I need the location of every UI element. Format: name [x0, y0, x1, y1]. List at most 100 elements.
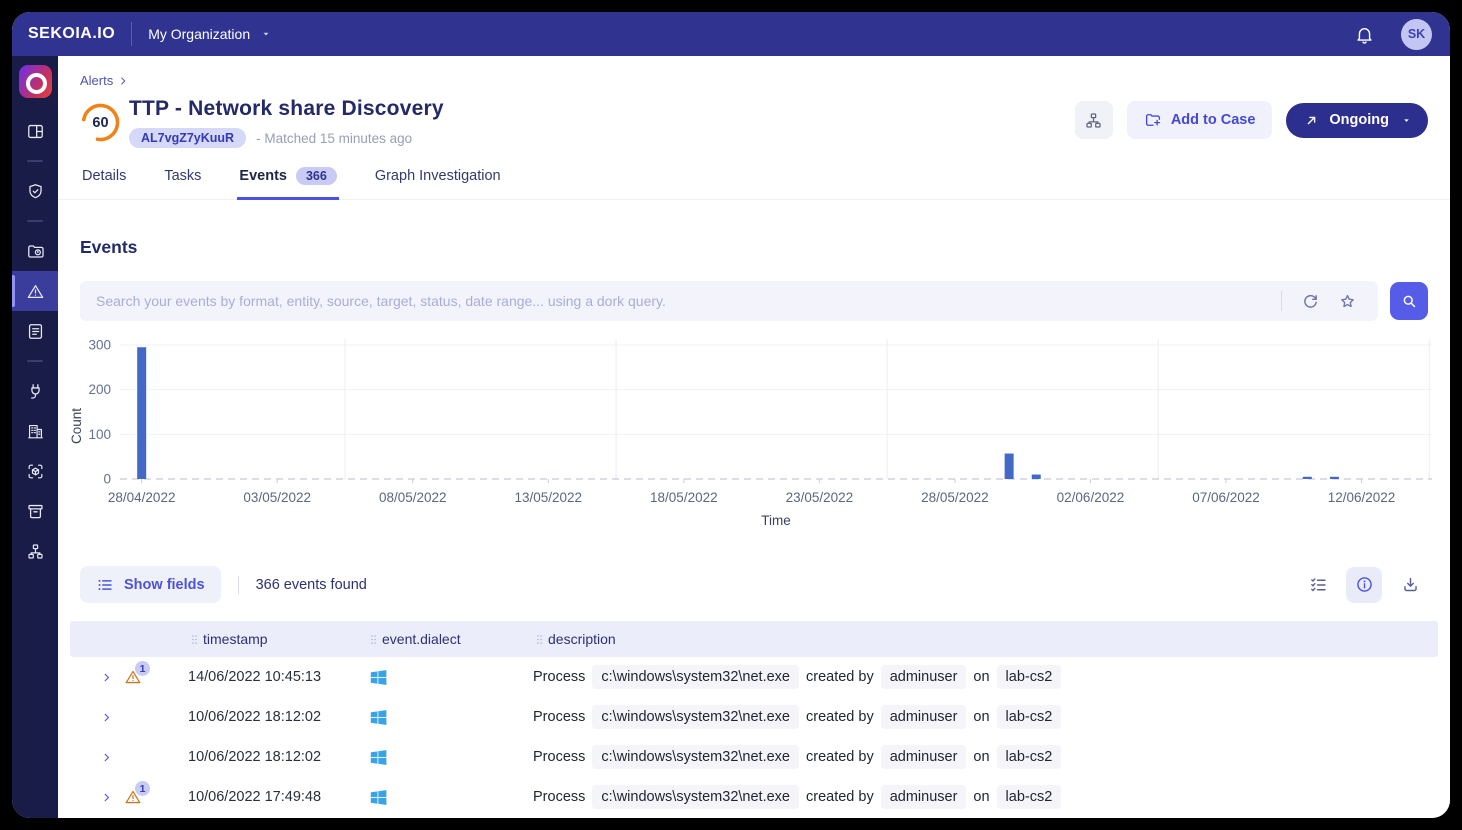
- refresh-icon[interactable]: [1301, 292, 1320, 311]
- description-text: on: [973, 749, 989, 765]
- row-timestamp: 10/06/2022 18:12:02: [188, 749, 367, 765]
- page-title: TTP - Network share Discovery: [129, 97, 444, 121]
- tab-details[interactable]: Details: [80, 161, 128, 200]
- description-value-chip[interactable]: adminuser: [881, 785, 967, 809]
- expand-row-chevron-icon[interactable]: [100, 751, 113, 764]
- description-value-chip[interactable]: lab-cs2: [997, 665, 1062, 689]
- organization-switcher[interactable]: My Organization: [148, 26, 272, 42]
- alert-id-chip[interactable]: AL7vgZ7yKuuR: [129, 128, 246, 148]
- sidebar-item-cases[interactable]: [12, 311, 58, 351]
- add-to-case-label: Add to Case: [1171, 112, 1256, 128]
- sidebar-item-sandbox[interactable]: [12, 451, 58, 491]
- svg-text:100: 100: [88, 427, 111, 442]
- warning-count-badge: 1: [135, 781, 150, 796]
- events-search-input[interactable]: [96, 293, 1271, 309]
- tab-graph-investigation[interactable]: Graph Investigation: [373, 161, 503, 200]
- status-button[interactable]: Ongoing: [1286, 103, 1428, 138]
- add-to-case-button[interactable]: Add to Case: [1127, 101, 1273, 139]
- row-dialect: [367, 747, 533, 768]
- folder-monitor-icon: [26, 242, 45, 261]
- arrow-up-right-icon: [1304, 113, 1319, 128]
- shield-check-icon: [26, 182, 45, 201]
- svg-text:13/05/2022: 13/05/2022: [515, 490, 583, 505]
- description-value-chip[interactable]: c:\windows\system32\net.exe: [592, 745, 799, 769]
- sidebar-item-dashboards[interactable]: [12, 111, 58, 151]
- events-histogram-chart: 0100200300Count28/04/202203/05/202208/05…: [68, 335, 1442, 533]
- row-warning-indicator[interactable]: 1: [124, 668, 142, 686]
- chevron-down-icon: [260, 28, 272, 40]
- download-icon: [1401, 575, 1420, 594]
- events-count-badge: 366: [296, 167, 337, 185]
- events-section-heading: Events: [80, 237, 1428, 258]
- description-text: on: [973, 709, 989, 725]
- alert-triangle-icon: [26, 282, 45, 301]
- breadcrumb: Alerts: [80, 73, 1428, 88]
- tab-tasks[interactable]: Tasks: [162, 161, 203, 200]
- checklist-icon: [1309, 575, 1328, 594]
- row-dialect: [367, 787, 533, 808]
- sidebar-item-archives[interactable]: [12, 491, 58, 531]
- status-label: Ongoing: [1329, 112, 1389, 128]
- drag-handle-icon[interactable]: [533, 633, 546, 646]
- search-button[interactable]: [1390, 282, 1428, 320]
- drag-handle-icon[interactable]: [367, 633, 380, 646]
- download-button[interactable]: [1392, 567, 1428, 603]
- sidebar-item-organization[interactable]: [12, 411, 58, 451]
- info-button[interactable]: [1346, 567, 1382, 603]
- column-settings-button[interactable]: [1300, 567, 1336, 603]
- sidebar-item-automations[interactable]: [12, 371, 58, 411]
- sekoia-logo[interactable]: [19, 65, 52, 98]
- description-value-chip[interactable]: lab-cs2: [997, 745, 1062, 769]
- svg-text:300: 300: [88, 338, 111, 353]
- expand-row-chevron-icon[interactable]: [100, 791, 113, 804]
- description-value-chip[interactable]: c:\windows\system32\net.exe: [592, 705, 799, 729]
- description-value-chip[interactable]: lab-cs2: [997, 785, 1062, 809]
- description-text: created by: [806, 669, 874, 685]
- search-divider: [1281, 291, 1282, 311]
- description-value-chip[interactable]: adminuser: [881, 705, 967, 729]
- column-header-event-dialect[interactable]: event.dialect: [367, 631, 533, 647]
- drag-handle-icon[interactable]: [188, 633, 201, 646]
- svg-text:28/05/2022: 28/05/2022: [921, 490, 989, 505]
- building-icon: [26, 422, 45, 441]
- column-header-description[interactable]: description: [533, 631, 1438, 647]
- events-table: timestamp event.dialect description 1: [70, 621, 1438, 817]
- notifications-bell-icon[interactable]: [1354, 24, 1375, 45]
- tab-events[interactable]: Events 366: [237, 161, 338, 200]
- svg-text:03/05/2022: 03/05/2022: [243, 490, 311, 505]
- sidebar-item-operations[interactable]: [12, 231, 58, 271]
- expand-row-chevron-icon[interactable]: [100, 711, 113, 724]
- expand-row-chevron-icon[interactable]: [100, 671, 113, 684]
- windows-logo-icon: [368, 667, 389, 688]
- table-toolbar: Show fields 366 events found: [80, 566, 1428, 603]
- description-value-chip[interactable]: adminuser: [881, 665, 967, 689]
- breadcrumb-alerts-link[interactable]: Alerts: [80, 73, 113, 88]
- tab-bar: Details Tasks Events 366 Graph Investiga…: [58, 161, 1450, 200]
- warning-count-badge: 1: [135, 661, 150, 676]
- svg-text:200: 200: [88, 382, 111, 397]
- row-description: Processc:\windows\system32\net.execreate…: [533, 705, 1438, 729]
- star-icon[interactable]: [1338, 292, 1357, 311]
- svg-text:12/06/2022: 12/06/2022: [1328, 490, 1396, 505]
- avatar[interactable]: SK: [1401, 19, 1432, 50]
- row-dialect: [367, 667, 533, 688]
- archive-box-icon: [26, 502, 45, 521]
- alert-header: Alerts 60 TTP - Network share Discovery …: [58, 56, 1450, 148]
- row-warning-indicator[interactable]: 1: [124, 788, 142, 806]
- description-value-chip[interactable]: c:\windows\system32\net.exe: [592, 665, 799, 689]
- description-value-chip[interactable]: adminuser: [881, 745, 967, 769]
- description-value-chip[interactable]: lab-cs2: [997, 705, 1062, 729]
- svg-text:0: 0: [103, 472, 111, 487]
- row-description: Processc:\windows\system32\net.execreate…: [533, 785, 1438, 809]
- windows-logo-icon: [368, 787, 389, 808]
- sidebar-item-alerts[interactable]: [12, 271, 58, 311]
- description-value-chip[interactable]: c:\windows\system32\net.exe: [592, 785, 799, 809]
- graph-view-button[interactable]: [1075, 101, 1113, 139]
- brand-logo[interactable]: SEKOIA.IO: [28, 25, 115, 43]
- plug-icon: [26, 382, 45, 401]
- sidebar-item-intelligence[interactable]: [12, 171, 58, 211]
- cube-scan-icon: [26, 462, 45, 481]
- sidebar-item-communities[interactable]: [12, 531, 58, 571]
- show-fields-button[interactable]: Show fields: [80, 566, 221, 603]
- column-header-timestamp[interactable]: timestamp: [188, 631, 367, 647]
